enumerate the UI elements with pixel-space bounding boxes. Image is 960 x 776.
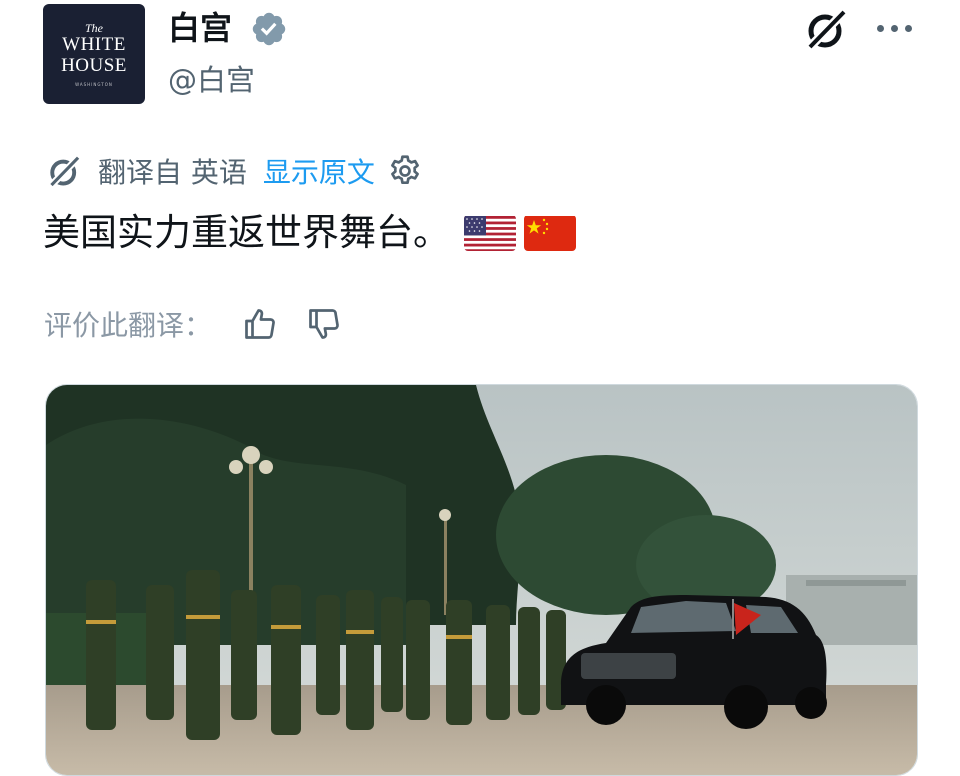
rate-translation-label: 评价此翻译：	[44, 309, 213, 342]
translation-bar: 翻译自 英语 显示原文	[46, 151, 423, 191]
more-options-icon[interactable]	[873, 14, 917, 42]
display-name[interactable]: 白宫	[168, 8, 232, 48]
tweet-photo[interactable]	[45, 384, 918, 776]
translated-from-label: 翻译自 英语	[98, 156, 247, 189]
avatar-text-the: The	[85, 20, 103, 35]
grok-icon	[48, 154, 82, 189]
tweet-text-row: 美国实力重返世界舞台。	[43, 208, 576, 258]
account-handle[interactable]: @白宫	[168, 60, 255, 100]
avatar-text-washington: WASHINGTON	[75, 81, 113, 87]
verified-badge-icon	[252, 12, 286, 46]
avatar-text-house: HOUSE	[61, 54, 127, 76]
gear-icon[interactable]	[387, 153, 423, 189]
us-flag-icon	[464, 215, 516, 251]
tweet-text: 美国实力重返世界舞台。	[43, 211, 450, 254]
avatar[interactable]: The WHITE HOUSE WASHINGTON	[43, 4, 145, 104]
show-original-link[interactable]: 显示原文	[263, 151, 375, 191]
china-flag-icon	[524, 215, 576, 251]
avatar-text-white: WHITE	[62, 33, 126, 55]
grok-icon[interactable]	[803, 6, 849, 52]
thumbs-up-icon[interactable]	[242, 306, 278, 342]
thumbs-down-icon[interactable]	[306, 306, 342, 342]
photo-image	[46, 385, 917, 775]
rate-translation: 评价此翻译：	[44, 302, 342, 346]
